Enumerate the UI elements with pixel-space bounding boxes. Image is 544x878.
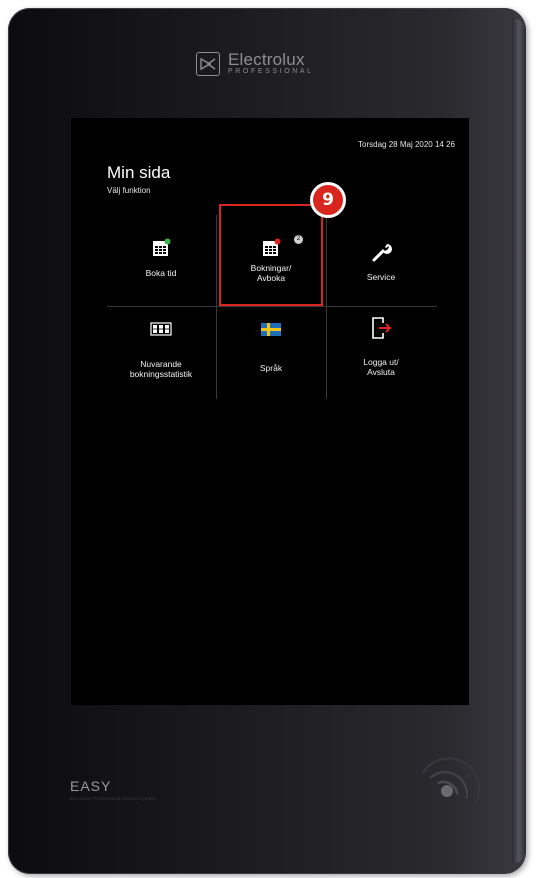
tile-label: Logga ut/: [363, 357, 399, 367]
calendar-add-icon: [151, 238, 171, 260]
tile-logga-ut[interactable]: Logga ut/ Avsluta: [327, 313, 435, 409]
tile-label: Service: [366, 272, 396, 282]
tile-bokningsstatistik[interactable]: Nuvarande bokningsstatistik: [107, 313, 215, 409]
datetime-label: Torsdag 28 Maj 2020 14 26: [358, 140, 455, 149]
touch-screen: Torsdag 28 Maj 2020 14 26 Min sida Välj …: [71, 118, 469, 705]
brand-subtitle: PROFESSIONAL: [228, 68, 314, 75]
statistics-counter-icon: [150, 321, 172, 339]
tile-label: bokningsstatistik: [129, 369, 193, 379]
easy-tagline: Electrolux Professional Control System: [70, 796, 156, 801]
tile-service[interactable]: Service: [327, 211, 435, 307]
step-number-badge: 9: [310, 182, 346, 218]
device-edge: [512, 18, 526, 864]
step-highlight-box: [219, 204, 323, 306]
swedish-flag-icon: [261, 323, 281, 338]
page-title: Min sida: [107, 163, 171, 182]
nfc-reader-icon: [410, 748, 490, 832]
tile-label: Boka tid: [145, 268, 177, 278]
brand-name: Electrolux: [228, 50, 305, 69]
logout-icon: [370, 316, 392, 342]
electrolux-logo-icon: [196, 52, 220, 76]
tile-sprak[interactable]: Språk: [217, 313, 325, 409]
tile-label: Avsluta: [367, 367, 395, 377]
tile-boka-tid[interactable]: Boka tid: [107, 211, 215, 307]
brand-logo: Electrolux PROFESSIONAL: [196, 50, 314, 76]
page-subtitle: Välj funktion: [107, 186, 151, 195]
device-frame: Electrolux PROFESSIONAL Torsdag 28 Maj 2…: [8, 8, 526, 874]
easy-logo: EASY: [70, 778, 112, 794]
wrench-icon: [370, 241, 392, 265]
tile-label: Språk: [259, 363, 283, 373]
tile-label: Nuvarande: [140, 359, 182, 369]
